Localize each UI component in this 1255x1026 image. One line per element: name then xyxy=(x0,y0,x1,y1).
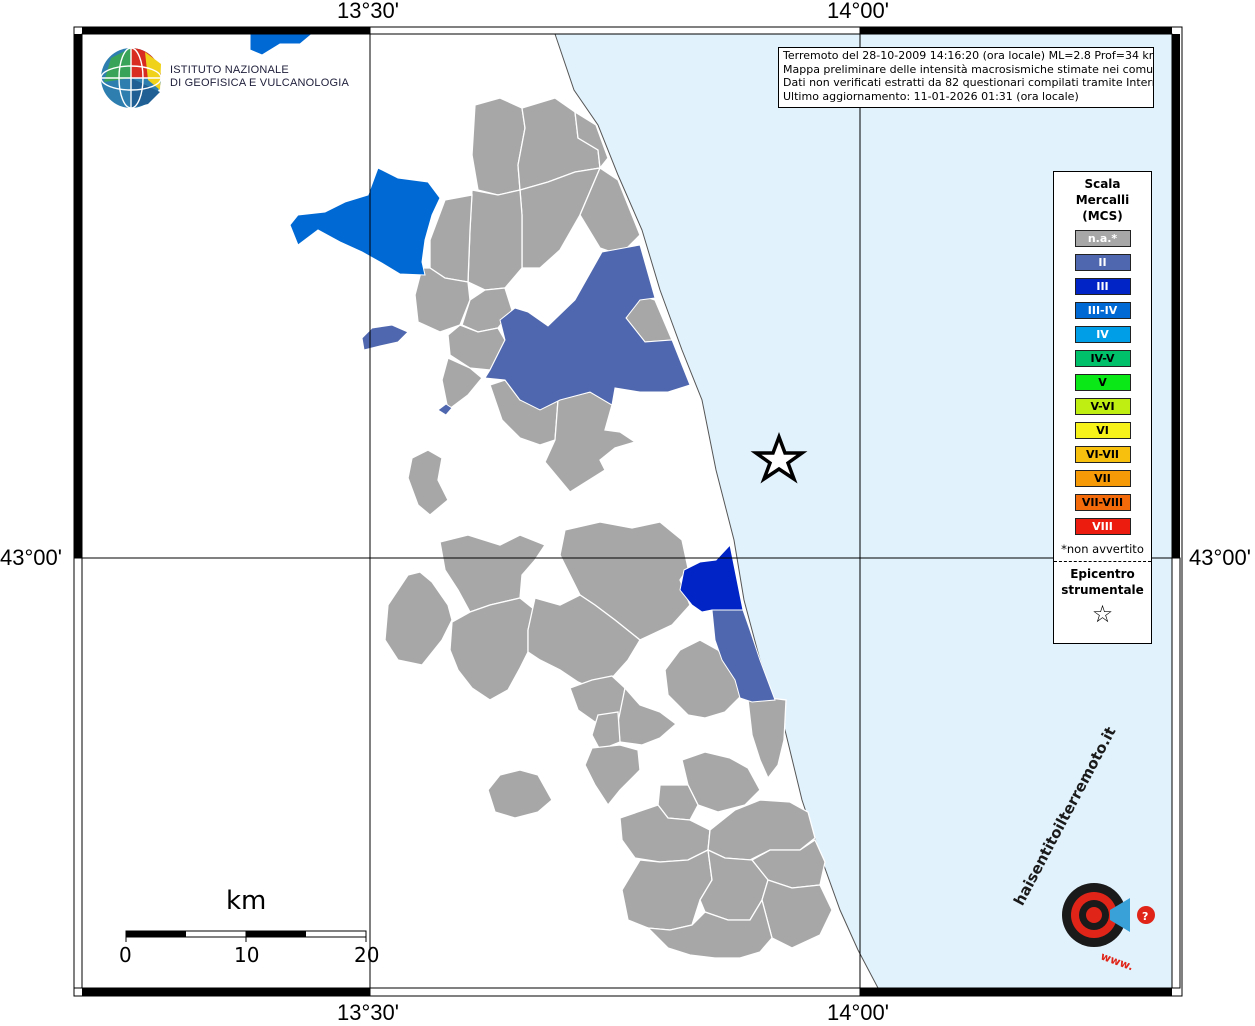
legend-swatch: IV xyxy=(1074,326,1131,343)
scale-tick-0: 0 xyxy=(119,943,132,967)
legend-swatch: n.a.* xyxy=(1074,230,1131,247)
legend-swatch: V-VI xyxy=(1074,398,1131,415)
coord-right-lat: 43°00' xyxy=(1189,545,1251,570)
ingv-line2: DI GEOFISICA E VULCANOLOGIA xyxy=(170,77,349,89)
comune-na xyxy=(384,571,453,666)
coord-top-left: 13°30' xyxy=(337,0,399,23)
scale-tick-10: 10 xyxy=(234,943,260,967)
legend-swatch: III-IV xyxy=(1074,302,1131,319)
legend-swatch: VIII xyxy=(1074,518,1131,535)
legend-swatch: VI xyxy=(1074,422,1131,439)
legend-separator xyxy=(1054,561,1151,562)
comune-na xyxy=(584,744,641,807)
svg-text:?: ? xyxy=(1142,910,1148,923)
comune-na xyxy=(617,686,678,746)
legend-title-2: Mercalli xyxy=(1075,193,1130,207)
scale-tick-20: 20 xyxy=(354,943,380,967)
comune-na xyxy=(747,697,787,780)
comune-na xyxy=(467,189,523,291)
legend-swatch: V xyxy=(1074,374,1131,391)
legend-title: Scala Mercalli (MCS) xyxy=(1054,176,1151,224)
mcs-legend: Scala Mercalli (MCS) n.a.* II III III-IV IV I… xyxy=(1053,171,1152,644)
info-line-1: Terremoto del 28-10-2009 14:16:20 (ora l… xyxy=(783,49,1154,62)
comune-na xyxy=(471,97,526,196)
legend-epi-2: strumentale xyxy=(1061,583,1144,597)
legend-swatches: n.a.* II III III-IV IV IV-V V V-VI VI VI-VII VII VI… xyxy=(1054,230,1151,535)
comune-iii-iv-north xyxy=(249,33,314,56)
legend-epicentre-label: Epicentro strumentale xyxy=(1054,566,1151,598)
comune-na xyxy=(439,534,546,613)
legend-star-icon: ☆ xyxy=(1091,600,1114,628)
scale-title: km xyxy=(226,886,267,916)
coord-top-right: 14°00' xyxy=(827,0,889,23)
comune-iii-iv xyxy=(289,167,441,276)
comune-na xyxy=(544,391,637,493)
coord-left-lat: 43°00' xyxy=(0,545,62,570)
coord-bottom-left: 13°30' xyxy=(337,1000,399,1025)
legend-title-3: (MCS) xyxy=(1082,209,1123,223)
legend-swatch: VII-VIII xyxy=(1074,494,1131,511)
coord-bottom-right: 14°00' xyxy=(827,1000,889,1025)
info-line-3: Dati non verificati estratti da 82 quest… xyxy=(783,76,1154,89)
ingv-globe-icon xyxy=(100,47,162,109)
ingv-line1: ISTITUTO NAZIONALE xyxy=(170,64,289,76)
comune-na xyxy=(449,597,536,701)
info-line-4: Ultimo aggiornamento: 11-01-2026 01:31 (… xyxy=(783,89,1079,103)
comune-na xyxy=(487,769,553,819)
comune-na xyxy=(407,449,449,516)
legend-swatch: II xyxy=(1074,254,1131,271)
event-info-box: Terremoto del 28-10-2009 14:16:20 (ora l… xyxy=(778,47,1154,108)
scale-bar xyxy=(125,930,367,942)
ingv-logo-text: ISTITUTO NAZIONALE DI GEOFISICA E VULCAN… xyxy=(170,64,349,90)
legend-note: *non avvertito xyxy=(1061,542,1144,556)
comune-iii xyxy=(679,543,744,613)
legend-swatch: IV-V xyxy=(1074,350,1131,367)
comune-na xyxy=(429,194,473,283)
info-line-2: Mappa preliminare delle intensità macros… xyxy=(783,62,1154,76)
legend-epi-1: Epicentro xyxy=(1070,567,1135,581)
comune-ii-west xyxy=(361,324,409,351)
legend-swatch: VII xyxy=(1074,470,1131,487)
legend-swatch: III xyxy=(1074,278,1131,295)
comune-na xyxy=(619,804,711,863)
legend-title-1: Scala xyxy=(1084,177,1121,191)
legend-swatch: VI-VII xyxy=(1074,446,1131,463)
